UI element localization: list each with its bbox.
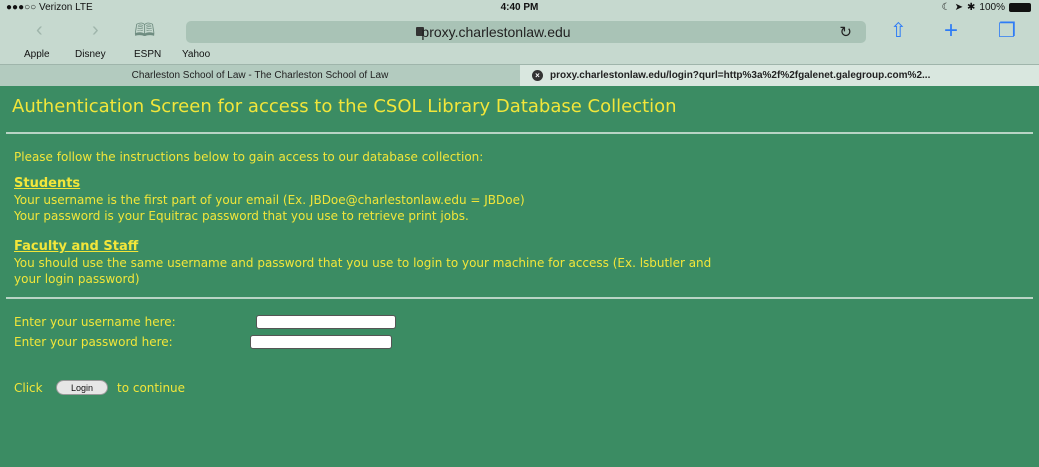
divider bbox=[6, 132, 1033, 134]
password-input[interactable] bbox=[250, 335, 392, 349]
username-label: Enter your username here: bbox=[14, 315, 176, 329]
clock: 4:40 PM bbox=[500, 2, 539, 13]
new-tab-icon[interactable]: + bbox=[944, 19, 958, 43]
tabs-overview-icon[interactable]: ❐ bbox=[998, 20, 1016, 42]
faculty-heading: Faculty and Staff bbox=[14, 239, 139, 254]
location-icon: ➤ bbox=[954, 2, 964, 13]
browser-toolbar: ‹ › 🕮 proxy.charlestonlaw.edu ↻ ⇧ + ❐ bbox=[0, 16, 1039, 46]
back-icon[interactable]: ‹ bbox=[36, 19, 43, 41]
click-text: Click bbox=[14, 381, 43, 395]
share-icon[interactable]: ⇧ bbox=[890, 20, 907, 42]
reload-icon[interactable]: ↻ bbox=[839, 23, 852, 41]
page-title: Authentication Screen for access to the … bbox=[12, 96, 677, 117]
address-bar[interactable]: proxy.charlestonlaw.edu ↻ bbox=[186, 21, 866, 43]
bookmark-disney[interactable]: Disney bbox=[75, 49, 106, 60]
tab-strip: Charleston School of Law - The Charlesto… bbox=[0, 64, 1039, 86]
status-right: ☾ ➤ ✱ 100% bbox=[942, 2, 1031, 13]
bluetooth-icon: ✱ bbox=[967, 2, 976, 13]
url-text: proxy.charlestonlaw.edu bbox=[421, 24, 571, 40]
continue-text: to continue bbox=[117, 381, 186, 395]
moon-icon: ☾ bbox=[941, 2, 951, 13]
students-heading: Students bbox=[14, 176, 81, 191]
bookmark-yahoo[interactable]: Yahoo bbox=[182, 49, 210, 60]
faculty-text-line2: your login password) bbox=[14, 272, 140, 286]
faculty-text-line1: You should use the same username and pas… bbox=[14, 256, 712, 270]
battery-percent: 100% bbox=[979, 2, 1005, 13]
battery-icon bbox=[1009, 3, 1031, 12]
page-content: Authentication Screen for access to the … bbox=[0, 86, 1039, 467]
password-label: Enter your password here: bbox=[14, 335, 173, 349]
forward-icon[interactable]: › bbox=[92, 19, 99, 41]
tab-proxy-login-label: proxy.charlestonlaw.edu/login?qurl=http%… bbox=[550, 70, 931, 81]
tab-proxy-login[interactable]: × proxy.charlestonlaw.edu/login?qurl=htt… bbox=[520, 65, 1039, 86]
status-bar: ●●●○○ Verizon LTE 4:40 PM ☾ ➤ ✱ 100% bbox=[0, 0, 1039, 16]
username-input[interactable] bbox=[256, 315, 396, 329]
close-tab-icon[interactable]: × bbox=[532, 70, 543, 81]
students-username-text: Your username is the first part of your … bbox=[14, 193, 525, 207]
divider bbox=[6, 297, 1033, 299]
bookmark-espn[interactable]: ESPN bbox=[134, 49, 161, 60]
bookmarks-book-icon[interactable]: 🕮 bbox=[134, 19, 155, 41]
bookmark-apple[interactable]: Apple bbox=[24, 49, 50, 60]
intro-text: Please follow the instructions below to … bbox=[14, 150, 484, 164]
bookmarks-bar: Apple Disney ESPN Yahoo bbox=[0, 46, 1039, 64]
login-button[interactable]: Login bbox=[56, 380, 108, 395]
students-password-text: Your password is your Equitrac password … bbox=[14, 209, 469, 223]
tab-charleston-school-of-law[interactable]: Charleston School of Law - The Charlesto… bbox=[0, 65, 520, 86]
